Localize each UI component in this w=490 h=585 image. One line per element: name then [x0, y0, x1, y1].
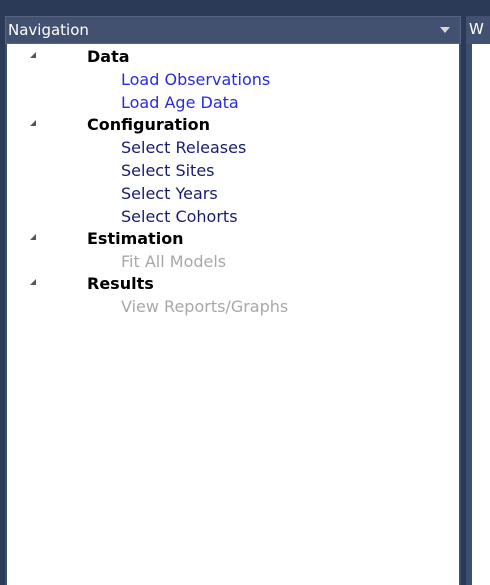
tree-group-configuration: Configuration Select Releases Select Sit… [7, 114, 457, 228]
tree-item-label: View Reports/Graphs [121, 297, 289, 316]
tree-group-data: Data Load Observations Load Age Data [7, 46, 457, 114]
tree-item-load-observations[interactable]: Load Observations [7, 68, 457, 91]
expand-collapse-icon[interactable] [30, 120, 36, 126]
secondary-panel-content [470, 44, 490, 585]
expand-collapse-icon[interactable] [30, 234, 36, 240]
tree-item-label[interactable]: Select Cohorts [121, 207, 238, 226]
tree-item-label[interactable]: Load Observations [121, 70, 270, 89]
expand-collapse-icon[interactable] [30, 279, 36, 285]
navigation-tree: Data Load Observations Load Age Data Con… [7, 46, 457, 318]
tree-item-select-releases[interactable]: Select Releases [7, 136, 457, 159]
tree-item-load-age-data[interactable]: Load Age Data [7, 91, 457, 114]
tree-group-results: Results View Reports/Graphs [7, 273, 457, 318]
tree-group-row[interactable]: Data [7, 46, 457, 68]
tree-group-row[interactable]: Results [7, 273, 457, 295]
tree-item-label[interactable]: Select Releases [121, 138, 246, 157]
secondary-panel-header[interactable]: W [466, 16, 490, 44]
tree-group-row[interactable]: Configuration [7, 114, 457, 136]
tree-item-fit-all-models: Fit All Models [7, 250, 457, 273]
panel-title: Navigation [8, 21, 89, 39]
navigation-header: Navigation [5, 16, 461, 44]
chevron-down-icon[interactable] [440, 27, 450, 33]
tree-item-label[interactable]: Select Years [121, 184, 218, 203]
tree-item-label: Fit All Models [121, 252, 227, 271]
group-label: Data [87, 47, 130, 66]
tree-group-row[interactable]: Estimation [7, 228, 457, 250]
tree-group-estimation: Estimation Fit All Models [7, 228, 457, 273]
tree-item-label[interactable]: Load Age Data [121, 93, 239, 112]
group-label: Estimation [87, 229, 184, 248]
tree-item-view-reports-graphs: View Reports/Graphs [7, 295, 457, 318]
tree-item-label[interactable]: Select Sites [121, 161, 215, 180]
tree-item-select-years[interactable]: Select Years [7, 182, 457, 205]
tree-item-select-cohorts[interactable]: Select Cohorts [7, 205, 457, 228]
tree-item-select-sites[interactable]: Select Sites [7, 159, 457, 182]
group-label: Configuration [87, 115, 211, 134]
group-label: Results [87, 274, 154, 293]
expand-collapse-icon[interactable] [30, 52, 36, 58]
